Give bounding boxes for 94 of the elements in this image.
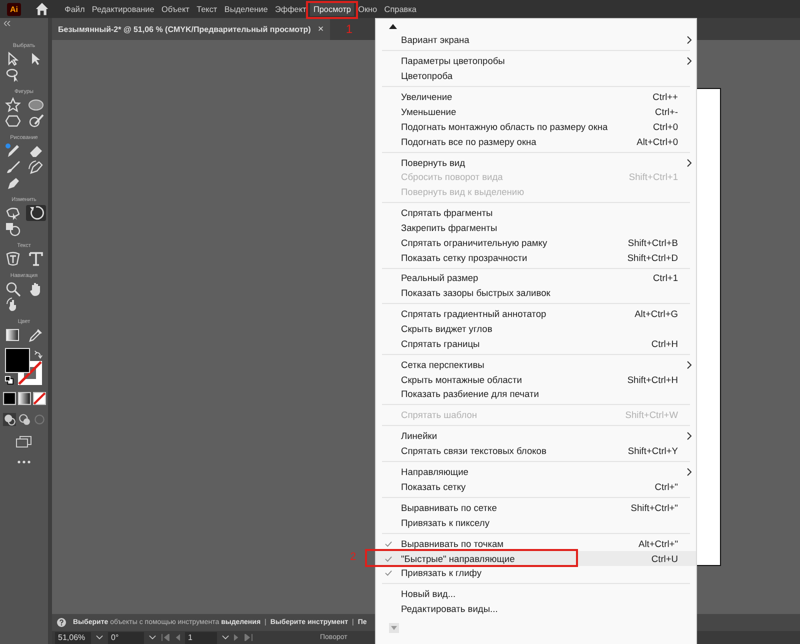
menu-option[interactable]: Реальный размер Ctrl+1 xyxy=(376,271,696,286)
shortcut-text: Shift+Ctrl+" xyxy=(630,502,678,513)
menu-option[interactable]: Выравнивать по сетке Shift+Ctrl+" xyxy=(376,500,696,516)
menu-option[interactable]: Цветопроба xyxy=(376,68,696,84)
gradient-button[interactable] xyxy=(18,392,30,405)
swap-arrow-icon[interactable] xyxy=(34,350,43,359)
menu-option[interactable]: Новый вид... xyxy=(376,586,696,602)
menu-option[interactable]: "Быстрые" направляющие Ctrl+U xyxy=(376,551,696,566)
menu-option[interactable]: Показать зазоры быстрых заливок xyxy=(376,286,696,301)
menu-item[interactable]: Просмотр xyxy=(310,2,354,16)
color-button[interactable] xyxy=(2,392,16,405)
shortcut-text: Shift+Ctrl+B xyxy=(628,238,678,248)
menu-option[interactable]: Спрятать ограничительную рамку Shift+Ctrl+B xyxy=(376,235,696,250)
menu-item[interactable]: Справка xyxy=(380,2,420,16)
menu-option[interactable]: Направляющие xyxy=(376,464,696,480)
scroll-down-icon[interactable] xyxy=(389,622,399,633)
menu-option[interactable]: Закрепить фрагменты xyxy=(376,220,696,236)
menu-option[interactable]: Спрятать градиентный аннотатор Alt+Ctrl+G xyxy=(376,306,696,322)
menu-option[interactable]: Спрятать фрагменты xyxy=(376,206,696,221)
annotation-box xyxy=(306,0,358,18)
last-page-icon[interactable] xyxy=(244,634,253,641)
menu-option[interactable]: Скрыть виджет углов xyxy=(376,322,696,336)
menu-option[interactable]: Повернуть вид xyxy=(376,155,696,170)
document-title: Безымянный-2* @ 51,06 % (CMYK/Предварительный просмотр) xyxy=(58,24,311,34)
zoom-field[interactable]: 51,06% xyxy=(55,632,91,644)
menu-item[interactable]: Редактирование xyxy=(88,2,158,16)
close-tab-button[interactable]: × xyxy=(318,24,324,34)
scroll-up-icon[interactable] xyxy=(389,24,397,28)
menu-option[interactable]: Вариант экрана xyxy=(376,33,696,48)
shortcut-text: Shift+Ctrl+1 xyxy=(628,172,678,182)
menu-option[interactable]: Линейки xyxy=(376,429,696,444)
menu-item[interactable]: Текст xyxy=(192,2,221,16)
document-tab[interactable]: Безымянный-2* @ 51,06 % (CMYK/Предварительный просмотр) × xyxy=(52,18,330,40)
previous-page-icon[interactable] xyxy=(175,634,180,641)
menu-option[interactable]: Показать разбиение для печати xyxy=(376,387,696,402)
pen-icon[interactable] xyxy=(26,159,46,175)
menu-item[interactable]: Файл xyxy=(61,2,88,16)
more-icon[interactable] xyxy=(17,460,31,464)
shortcut-text: Ctrl+H xyxy=(651,338,678,349)
shortcut-text: Shift+Ctrl+W xyxy=(625,410,678,420)
menu-option[interactable]: Скрыть монтажные области Shift+Ctrl+H xyxy=(376,372,696,388)
ellipse-icon[interactable] xyxy=(26,97,46,113)
shortcut-text: Ctrl+" xyxy=(654,482,678,492)
menu-item[interactable]: Эффект xyxy=(271,2,310,16)
shortcut-text: Ctrl++ xyxy=(652,92,678,102)
shortcut-text: Ctrl+U xyxy=(651,554,678,564)
collapse-icon[interactable] xyxy=(4,21,11,26)
app-logo[interactable]: Ai xyxy=(7,2,21,16)
next-page-icon[interactable] xyxy=(234,634,239,641)
draw-behind-icon[interactable] xyxy=(18,413,30,426)
menu-option[interactable]: Уменьшение Ctrl+- xyxy=(376,104,696,120)
dropdown-icon[interactable] xyxy=(222,635,229,640)
annotation-number: 2 xyxy=(350,551,356,564)
dropdown-icon[interactable] xyxy=(96,635,103,640)
shortcut-text: Alt+Ctrl+" xyxy=(638,538,678,549)
rotate-icon[interactable] xyxy=(26,205,46,221)
menu-option[interactable]: Подогнать монтажную область по размеру окна Ctrl+0 xyxy=(376,119,696,134)
default-colors-icon[interactable] xyxy=(5,376,14,385)
home-icon[interactable] xyxy=(35,2,49,16)
menu-option[interactable]: Сетка перспективы xyxy=(376,357,696,372)
shortcut-text: Alt+Ctrl+0 xyxy=(636,136,678,147)
shortcut-text: Shift+Ctrl+D xyxy=(627,252,678,262)
shortcut-text: Ctrl+0 xyxy=(652,122,678,132)
menu-option[interactable]: Параметры цветопробы xyxy=(376,54,696,69)
menu-option[interactable]: Спрятать связи текстовых блоков Shift+Ctrl+Y xyxy=(376,444,696,459)
menu-item[interactable]: Выделение xyxy=(220,2,272,16)
menu-option[interactable]: Показать сетку Ctrl+" xyxy=(376,480,696,494)
star-icon[interactable] xyxy=(2,97,22,113)
annotation-number: 1 xyxy=(346,22,353,36)
menu-option[interactable]: Подогнать все по размеру окна Alt+Ctrl+0 xyxy=(376,134,696,149)
menu-option[interactable]: Привязать к глифу xyxy=(376,566,696,581)
fill-swatch[interactable] xyxy=(5,348,30,373)
artboard-field[interactable]: 1 xyxy=(185,632,217,644)
menu-option[interactable]: Спрятать границы Ctrl+H xyxy=(376,336,696,352)
shortcut-text: Shift+Ctrl+Y xyxy=(628,446,678,456)
dropdown-icon[interactable] xyxy=(149,635,156,640)
none-button[interactable] xyxy=(32,392,46,405)
menu-item[interactable]: Окно xyxy=(354,2,381,16)
menu-option[interactable]: Редактировать виды... xyxy=(376,602,696,617)
menu-item[interactable]: Объект xyxy=(158,2,193,16)
help-icon[interactable] xyxy=(57,618,66,627)
rotation-field[interactable]: 0° xyxy=(108,632,144,644)
shortcut-text: Ctrl+1 xyxy=(652,273,678,284)
draw-normal-icon[interactable] xyxy=(2,413,16,426)
menu-option[interactable]: Выравнивать по точкам Alt+Ctrl+" xyxy=(376,536,696,552)
shortcut-text: Ctrl+- xyxy=(655,106,678,117)
hexagon-icon[interactable] xyxy=(2,113,22,129)
menu-option[interactable]: Увеличение Ctrl++ xyxy=(376,90,696,105)
menu-option[interactable]: Показать сетку прозрачности Shift+Ctrl+D xyxy=(376,250,696,265)
screen-mode-icon[interactable] xyxy=(16,436,32,448)
first-page-icon[interactable] xyxy=(161,634,170,641)
menu-option[interactable]: Привязать к пикселу xyxy=(376,515,696,530)
shortcut-text: Alt+Ctrl+G xyxy=(634,309,678,320)
shortcut-text: Shift+Ctrl+H xyxy=(627,374,678,385)
